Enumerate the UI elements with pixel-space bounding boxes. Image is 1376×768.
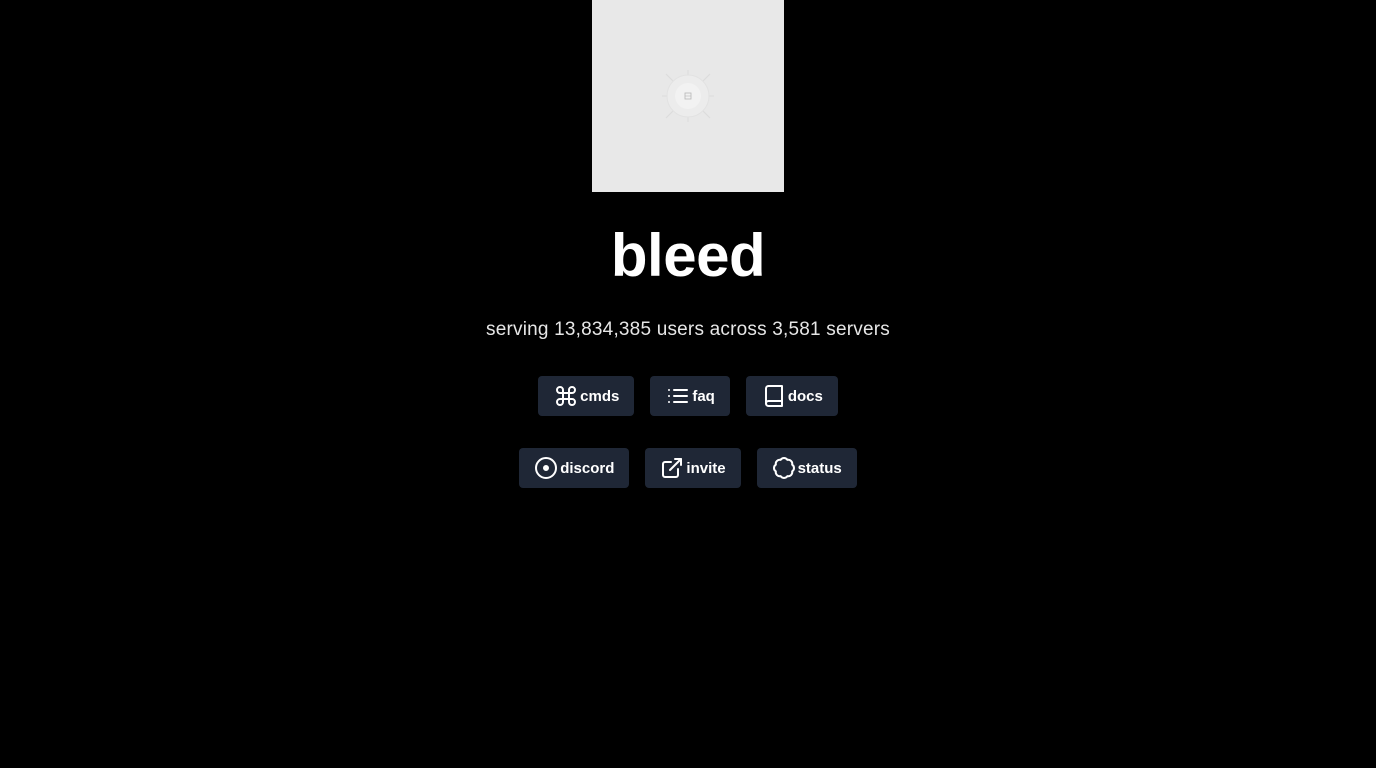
app-title: bleed [610,222,766,289]
invite-button[interactable]: invite [645,448,741,488]
broken-image-icon [662,70,714,122]
disc-icon [534,456,558,480]
cmds-button[interactable]: cmds [538,376,635,416]
bot-avatar-image [592,0,784,192]
page: bleed serving 13,834,385 users across 3,… [0,0,1376,768]
docs-label: docs [787,387,823,405]
server-stats-text: serving 13,834,385 users across 3,581 se… [486,319,890,340]
command-icon [554,384,578,408]
status-label: status [797,459,842,477]
book-icon [762,384,786,408]
external-link-icon [660,456,684,480]
discord-label: discord [560,459,615,477]
faq-label: faq [692,387,715,405]
status-button[interactable]: status [756,448,857,488]
secondary-nav: discord invite status [0,448,1376,488]
invite-label: invite [686,459,726,477]
list-icon [666,384,690,408]
primary-nav: cmds faq docs [0,376,1376,416]
discord-button[interactable]: discord [519,448,630,488]
faq-button[interactable]: faq [650,376,730,416]
cmds-label: cmds [580,387,620,405]
badge-icon [772,456,796,480]
docs-button[interactable]: docs [745,376,838,416]
